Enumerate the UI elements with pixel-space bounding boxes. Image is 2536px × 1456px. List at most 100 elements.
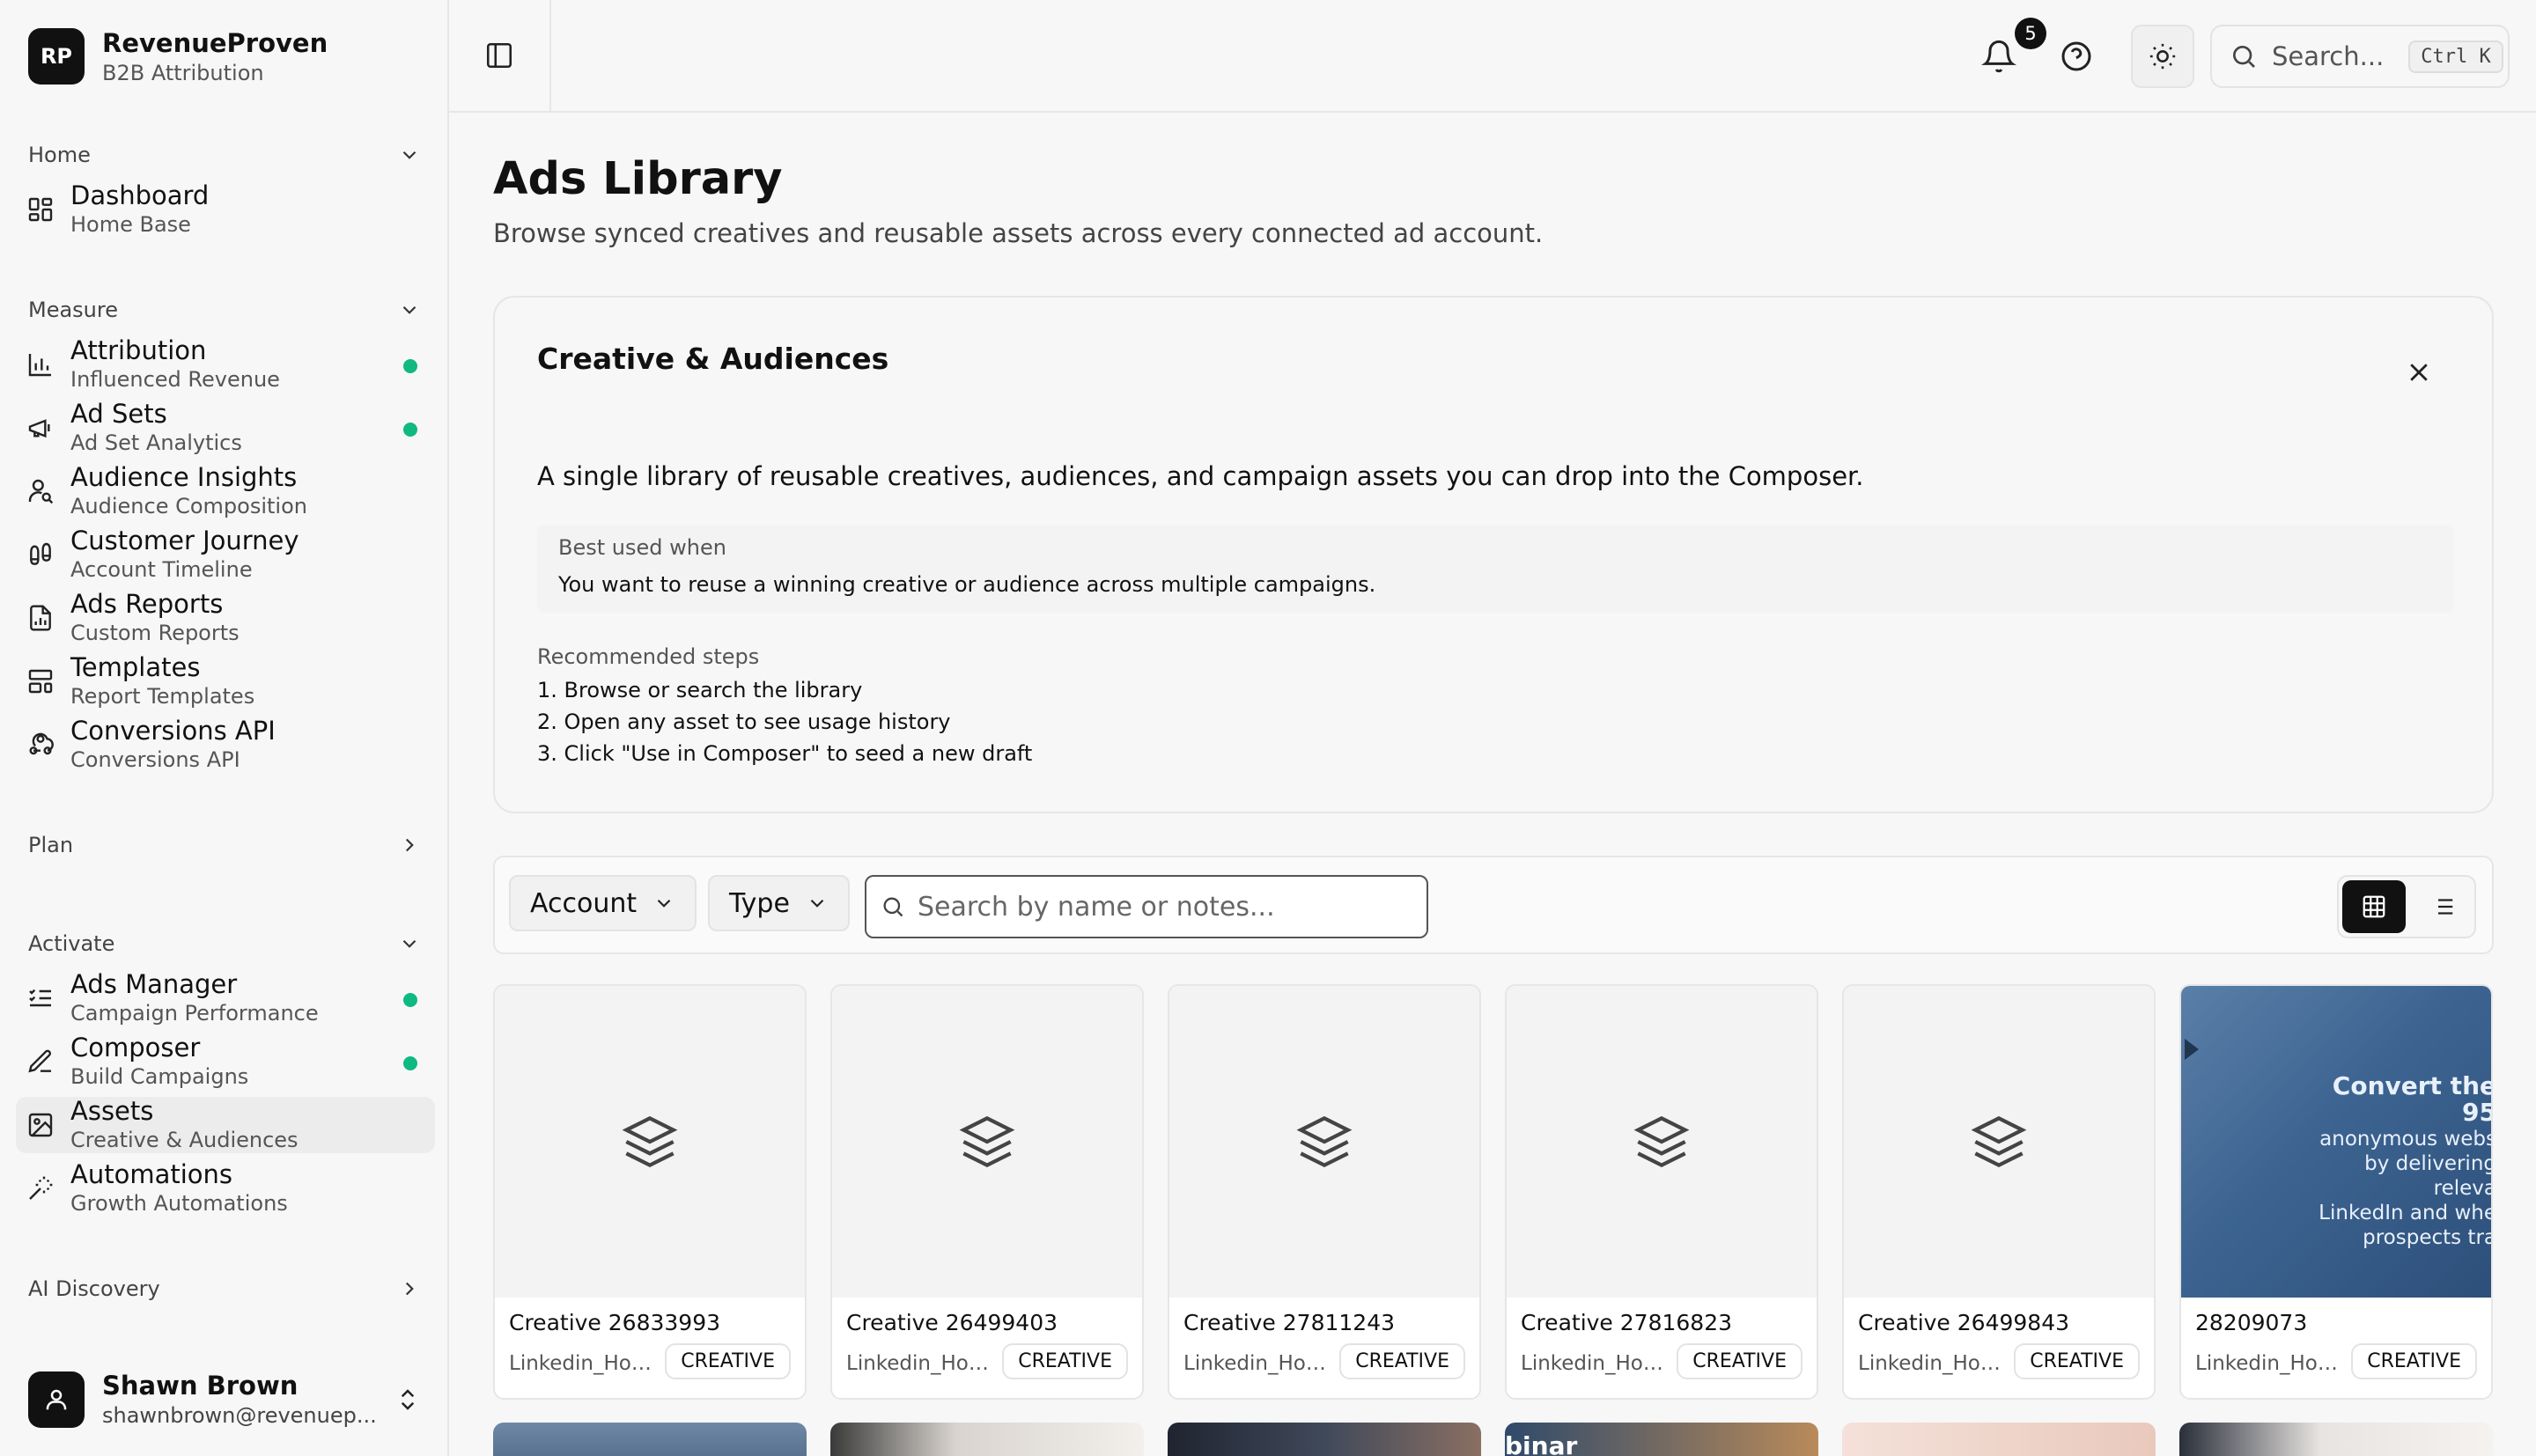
asset-card-peek[interactable] [493,1423,807,1456]
panel-left-icon [486,42,512,69]
asset-card[interactable]: Convert the 95 anonymous webs by deliver… [2179,984,2493,1400]
asset-card-peek[interactable] [1842,1423,2156,1456]
thumbnail-ad-text: Convert the 95 anonymous webs by deliver… [2303,1074,2493,1250]
theme-toggle-button[interactable] [2131,25,2194,88]
best-used-label: Best used when [558,535,726,560]
asset-account: Linkedin_Hou... [2195,1352,2347,1375]
info-card-title: Creative & Audiences [537,342,889,376]
filter-bar: Account Type [493,856,2494,954]
global-search[interactable]: Search... Ctrl K [2210,25,2510,88]
status-dot [403,423,417,437]
step-item: 2. Open any asset to see usage history [537,710,951,734]
notification-badge: 5 [2015,18,2046,49]
topbar: 5 Search... Ctrl K [449,0,2536,113]
asset-type-badge: CREATIVE [2014,1343,2140,1379]
sidebar-item-dashboard[interactable]: Dashboard Home Base [16,180,435,238]
megaphone-icon [26,414,55,442]
list-icon [2432,899,2453,915]
bell-icon[interactable] [1981,39,2016,74]
user-icon [46,1389,67,1410]
section-activate-label: Activate [28,931,115,956]
asset-card[interactable]: Creative 26499403 Linkedin_Hou... CREATI… [830,984,1144,1400]
sidebar-item-ads-reports[interactable]: Ads Reports Custom Reports [16,589,435,646]
account-dropdown-label: Account [530,887,638,919]
chevron-right-icon [405,1282,414,1296]
chevron-right-icon [405,838,414,852]
brand[interactable]: RP RevenueProven B2B Attribution [28,26,328,86]
asset-card[interactable]: Creative 27816823 Linkedin_Hou... CREATI… [1505,984,1818,1400]
section-ai-discovery[interactable]: AI Discovery [28,1273,421,1305]
chevron-down-icon [402,305,417,314]
brand-name: RevenueProven [102,28,328,58]
wand-icon [26,1174,55,1202]
sidebar-item-conversions-api[interactable]: Conversions API Conversions API [16,716,435,773]
asset-card[interactable]: Creative 26833993 Linkedin_Hou... CREATI… [493,984,807,1400]
status-dot [403,1056,417,1070]
section-plan[interactable]: Plan [28,829,421,861]
asset-account: Linkedin_Hou... [846,1352,998,1375]
asset-name: Creative 26833993 [509,1310,721,1335]
asset-card-peek[interactable] [2179,1423,2493,1456]
layers-icon [1633,1115,1690,1168]
asset-thumbnail [1844,986,2154,1298]
bar-chart-icon [26,350,55,379]
sidebar-item-assets[interactable]: Assets Creative & Audiences [16,1096,435,1153]
asset-type-badge: CREATIVE [1002,1343,1128,1379]
close-icon[interactable] [2406,359,2432,386]
sidebar-item-sub: Build Campaigns [70,1064,249,1089]
sidebar-item-audience-insights[interactable]: Audience Insights Audience Composition [16,462,435,519]
grid-view-button[interactable] [2342,880,2406,933]
pen-icon [26,1048,55,1076]
section-home[interactable]: Home [28,139,421,171]
asset-card-peek[interactable] [830,1423,1144,1456]
account-dropdown[interactable]: Account [509,875,697,931]
sidebar-item-attribution[interactable]: Attribution Influenced Revenue [16,335,435,393]
asset-card-peek[interactable]: binar [1505,1423,1818,1456]
section-activate[interactable]: Activate [28,928,421,960]
steps-label: Recommended steps [537,644,760,669]
file-chart-icon [26,604,55,632]
asset-thumbnail [495,986,805,1298]
sidebar-item-label: Attribution [70,335,207,365]
sidebar-item-label: Ad Sets [70,399,167,429]
info-card-description: A single library of reusable creatives, … [537,461,1864,491]
chevrons-up-down-icon [401,1389,415,1410]
sun-icon [2149,43,2176,70]
asset-type-badge: CREATIVE [1677,1343,1802,1379]
asset-name: Creative 26499403 [846,1310,1058,1335]
asset-thumbnail [1169,986,1479,1298]
sidebar-item-sub: Conversions API [70,747,240,772]
chevron-down-icon [402,939,417,948]
sidebar-item-label: Composer [70,1033,201,1063]
sidebar-item-label: Assets [70,1096,154,1126]
global-search-placeholder: Search... [2272,41,2385,71]
asset-card[interactable]: Creative 26499843 Linkedin_Hou... CREATI… [1842,984,2156,1400]
help-icon[interactable] [2059,39,2094,74]
sidebar-item-label: Templates [70,652,201,682]
grid-icon [26,195,55,224]
asset-card[interactable]: Creative 27811243 Linkedin_Hou... CREATI… [1168,984,1481,1400]
section-measure[interactable]: Measure [28,294,421,326]
user-menu[interactable]: Shawn Brown shawnbrown@revenuep... [28,1370,421,1430]
sidebar-item-ad-sets[interactable]: Ad Sets Ad Set Analytics [16,399,435,456]
asset-card-peek[interactable] [1168,1423,1481,1456]
sidebar-item-sub: Audience Composition [70,494,307,518]
sidebar-item-label: Ads Manager [70,969,238,999]
asset-name: Creative 27811243 [1183,1310,1396,1335]
sidebar: RP RevenueProven B2B Attribution Home Da… [0,0,449,1456]
sidebar-item-composer[interactable]: Composer Build Campaigns [16,1033,435,1090]
asset-search[interactable] [865,875,1428,938]
asset-name: 28209073 [2195,1310,2308,1335]
sidebar-item-ads-manager[interactable]: Ads Manager Campaign Performance [16,969,435,1026]
asset-name: Creative 27816823 [1521,1310,1733,1335]
sidebar-item-customer-journey[interactable]: Customer Journey Account Timeline [16,526,435,583]
sidebar-toggle-button[interactable] [449,0,551,111]
search-input[interactable] [918,891,1411,923]
layers-icon [1296,1115,1353,1168]
list-view-button[interactable] [2411,880,2474,933]
sidebar-item-automations[interactable]: Automations Growth Automations [16,1159,435,1217]
type-dropdown[interactable]: Type [708,875,850,931]
asset-type-badge: CREATIVE [665,1343,791,1379]
thumbnail-ad-body: anonymous webs by delivering releva Link… [2319,1128,2493,1249]
sidebar-item-templates[interactable]: Templates Report Templates [16,652,435,710]
